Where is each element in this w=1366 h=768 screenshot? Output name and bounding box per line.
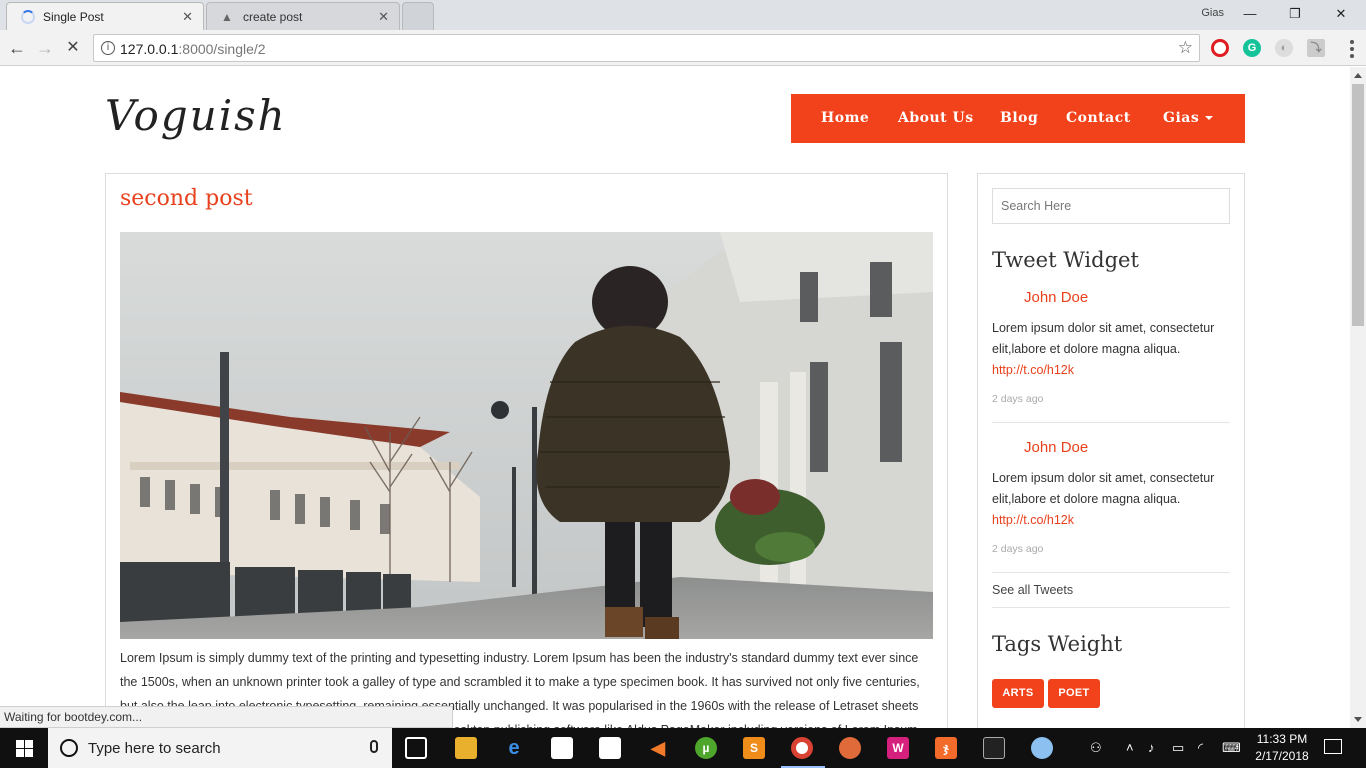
info-icon[interactable]: i	[101, 41, 115, 55]
tweet-link[interactable]: http://t.co/h12k	[992, 363, 1074, 377]
see-all-tweets-link[interactable]: See all Tweets	[992, 583, 1073, 597]
terminal-icon[interactable]	[983, 737, 1005, 759]
address-bar[interactable]: i 127.0.0.1:8000/single/2 ☆	[93, 34, 1200, 62]
cortana-icon[interactable]	[60, 739, 78, 757]
tag-arts[interactable]: ARTS	[992, 679, 1044, 708]
store-icon[interactable]	[599, 737, 621, 759]
site-favicon-icon: ▲	[221, 9, 233, 24]
post-title: second post	[120, 186, 253, 211]
battery-icon[interactable]: ▭	[1172, 740, 1184, 756]
search-input[interactable]: Search Here	[992, 188, 1230, 224]
tweet-link[interactable]: http://t.co/h12k	[992, 513, 1074, 527]
microphone-icon[interactable]	[370, 740, 378, 753]
clock-date: 2/17/2018	[1255, 749, 1309, 763]
post-card: second post Lorem Ipsum is simply dummy …	[105, 173, 948, 728]
opera-extension-icon[interactable]	[1211, 39, 1229, 57]
forward-arrow-icon[interactable]: →	[34, 37, 56, 59]
pdf-extension-icon[interactable]: ⤵	[1307, 39, 1325, 57]
caret-down-icon	[1205, 116, 1214, 120]
bookmark-star-icon[interactable]: ☆	[1178, 38, 1193, 58]
paint-app-icon[interactable]	[839, 737, 861, 759]
divider	[992, 422, 1230, 423]
main-navigation: Home About Us Blog Contact Gias	[791, 94, 1245, 143]
mail-icon[interactable]	[551, 737, 573, 759]
tweet-widget-title: Tweet Widget	[992, 248, 1139, 272]
loading-spinner-icon	[21, 9, 35, 24]
close-window-icon[interactable]: ✕	[1328, 4, 1354, 24]
scroll-down-arrow-icon[interactable]	[1354, 717, 1362, 722]
keyboard-icon[interactable]: ⌨	[1222, 740, 1241, 756]
divider	[992, 607, 1230, 608]
new-tab-button[interactable]	[402, 2, 434, 30]
sublime-text-icon[interactable]: S	[743, 737, 765, 759]
file-explorer-icon[interactable]	[455, 737, 477, 759]
close-tab-icon[interactable]: ✕	[182, 9, 193, 25]
stop-loading-icon[interactable]: ✕	[62, 37, 84, 59]
volume-icon[interactable]: ♪	[1148, 740, 1155, 755]
taskbar-search-placeholder: Type here to search	[88, 740, 221, 757]
nav-blog[interactable]: Blog	[1000, 110, 1038, 126]
tags-weight-title: Tags Weight	[992, 632, 1123, 656]
sidebar: Search Here Tweet Widget John Doe Lorem …	[977, 173, 1245, 728]
scrollbar-thumb[interactable]	[1352, 84, 1364, 326]
tweet-time: 2 days ago	[992, 393, 1044, 405]
back-arrow-icon[interactable]: ←	[6, 37, 28, 59]
task-view-icon[interactable]	[405, 737, 427, 759]
taskbar-search-box[interactable]: Type here to search	[48, 728, 392, 768]
xampp-icon[interactable]: ჯ	[935, 737, 957, 759]
tab-title: create post	[243, 9, 303, 24]
windows-taskbar: Type here to search e ◀ µ S W ჯ ⚇ ˄ ♪ ▭ …	[0, 728, 1366, 768]
tab-create-post[interactable]: ▲ create post ✕	[206, 2, 400, 30]
system-clock[interactable]: 11:33 PM 2/17/2018	[1252, 731, 1312, 765]
browser-tab-strip: Single Post ✕ ▲ create post ✕ Gias — ❐ ✕	[0, 0, 1366, 30]
minimize-icon[interactable]: —	[1237, 4, 1263, 24]
browser-toolbar: ← → ✕ i 127.0.0.1:8000/single/2 ☆ G ◐ ⤵	[0, 30, 1366, 66]
post-image	[120, 232, 933, 639]
street-photo	[120, 232, 933, 639]
tweet-time: 2 days ago	[992, 543, 1044, 555]
tab-single-post[interactable]: Single Post ✕	[6, 2, 204, 30]
tweet-author[interactable]: John Doe	[1024, 289, 1088, 306]
utorrent-icon[interactable]: µ	[695, 737, 717, 759]
nav-user-dropdown[interactable]: Gias	[1163, 110, 1214, 126]
site-logo[interactable]: Voguish	[105, 91, 287, 140]
tag-poet[interactable]: POET	[1048, 679, 1100, 708]
wifi-icon[interactable]: ◜	[1198, 740, 1203, 756]
tweet-author[interactable]: John Doe	[1024, 439, 1088, 456]
action-center-icon[interactable]	[1324, 739, 1342, 754]
tweet-text: Lorem ipsum dolor sit amet, consectetur …	[992, 321, 1215, 356]
page-viewport: Voguish Home About Us Blog Contact Gias …	[0, 67, 1350, 728]
scroll-up-arrow-icon[interactable]	[1354, 73, 1362, 78]
restore-icon[interactable]: ❐	[1282, 4, 1308, 24]
clock-time: 11:33 PM	[1256, 732, 1308, 746]
divider	[992, 572, 1230, 573]
loading-status: Waiting for bootdey.com...	[0, 706, 453, 728]
close-tab-icon[interactable]: ✕	[378, 9, 389, 25]
url-text[interactable]: 127.0.0.1:8000/single/2	[120, 41, 266, 57]
nav-contact[interactable]: Contact	[1066, 110, 1131, 126]
chrome-icon[interactable]	[791, 737, 813, 759]
tweet-text: Lorem ipsum dolor sit amet, consectetur …	[992, 471, 1215, 506]
people-icon[interactable]: ⚇	[1090, 740, 1102, 756]
nav-about-us[interactable]: About Us	[898, 110, 974, 126]
wamp-icon[interactable]: W	[887, 737, 909, 759]
nav-home[interactable]: Home	[821, 110, 869, 126]
media-player-icon[interactable]: ◀	[647, 737, 669, 759]
page-scrollbar[interactable]	[1350, 67, 1366, 728]
edge-icon[interactable]: e	[503, 737, 525, 759]
show-hidden-icons-icon[interactable]: ˄	[1126, 740, 1134, 755]
extension-icon[interactable]: ◐	[1275, 39, 1293, 57]
windows-start-icon[interactable]	[0, 728, 48, 768]
browser-menu-icon[interactable]	[1350, 40, 1354, 61]
grammarly-extension-icon[interactable]: G	[1243, 39, 1261, 57]
tab-title: Single Post	[43, 9, 104, 24]
snipping-tool-icon[interactable]	[1031, 737, 1053, 759]
profile-name[interactable]: Gias	[1201, 7, 1224, 19]
